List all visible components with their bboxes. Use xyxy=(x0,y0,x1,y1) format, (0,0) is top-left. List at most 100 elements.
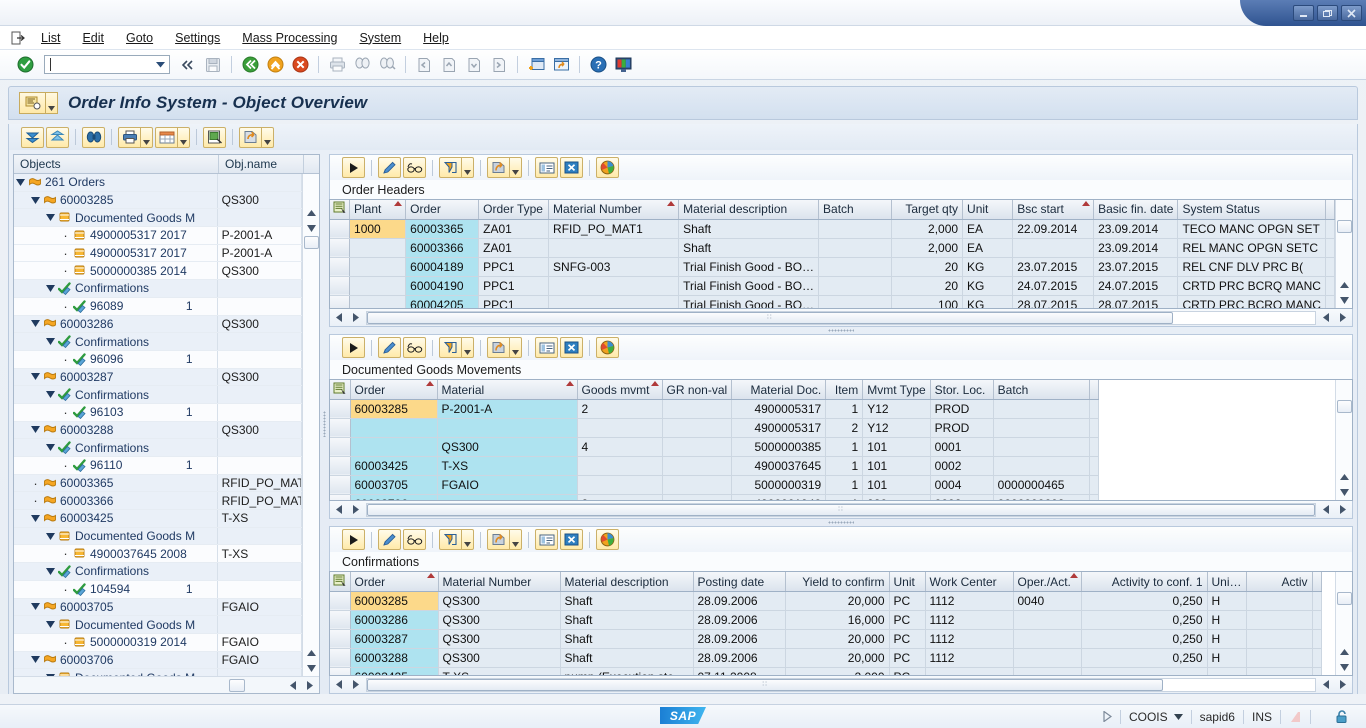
table-cell[interactable]: 0002 xyxy=(930,494,993,500)
hscroll-left-icon-right[interactable] xyxy=(1319,311,1334,325)
table-cell[interactable]: PC xyxy=(889,591,925,610)
table-cell[interactable]: Shaft xyxy=(560,610,693,629)
print-dropdown-icon[interactable] xyxy=(140,128,152,147)
table-cell[interactable] xyxy=(1246,591,1312,610)
table-cell[interactable] xyxy=(549,276,679,295)
command-dropdown-icon[interactable] xyxy=(154,58,167,71)
table-row[interactable]: 60003705FGAIO500000031911010004000000046… xyxy=(330,475,1098,494)
menu-item-goto[interactable]: Goto xyxy=(115,29,164,47)
table-cell[interactable]: 5000000319 xyxy=(732,475,826,494)
sort-filter-dropdown-icon[interactable] xyxy=(461,158,473,177)
table-cell[interactable]: 28.09.2006 xyxy=(693,648,785,667)
select-all-icon[interactable] xyxy=(330,380,350,399)
alv-column-header[interactable]: Order xyxy=(406,200,479,219)
table-cell[interactable]: 23.09.2014 xyxy=(1094,238,1178,257)
table-cell[interactable]: KG xyxy=(963,276,1013,295)
row-select-button[interactable] xyxy=(330,257,350,276)
table-cell[interactable] xyxy=(577,418,662,437)
close-button[interactable] xyxy=(1341,5,1362,21)
tree-row[interactable]: 60003286QS300 xyxy=(14,316,302,334)
list-exit-icon[interactable] xyxy=(6,31,30,45)
alv-column-header[interactable]: Mvmt Type xyxy=(863,380,930,399)
tree-expand-toggle-icon[interactable] xyxy=(44,338,57,345)
table-cell[interactable]: TECO MANC OPGN SET xyxy=(1178,219,1326,238)
table-row[interactable]: 60003286QS300Shaft28.09.200616,000PC1112… xyxy=(330,610,1321,629)
new-session-icon[interactable] xyxy=(525,54,547,76)
tree-row[interactable]: 261 Orders xyxy=(14,174,302,192)
table-cell[interactable]: Shaft xyxy=(560,648,693,667)
tree-horizontal-scrollbar[interactable] xyxy=(14,676,319,693)
export-button[interactable] xyxy=(239,127,274,148)
alv-column-header[interactable]: Bsc start xyxy=(1013,200,1094,219)
table-cell[interactable]: QS300 xyxy=(438,629,560,648)
tree-scroll-thumb[interactable] xyxy=(304,236,319,249)
table-cell[interactable]: 60004190 xyxy=(406,276,479,295)
hscroll-right-icon[interactable] xyxy=(348,678,363,692)
alv-scroll-thumb[interactable] xyxy=(1337,220,1352,233)
table-row[interactable]: 60004189PPC1SNFG-003Trial Finish Good - … xyxy=(330,257,1335,276)
alv-column-header[interactable]: Uni… xyxy=(1207,572,1246,591)
enter-check-icon[interactable] xyxy=(14,54,36,76)
table-cell[interactable] xyxy=(662,456,732,475)
table-cell[interactable]: 2 xyxy=(577,399,662,418)
table-cell[interactable] xyxy=(1013,667,1081,675)
table-cell[interactable]: 101 xyxy=(863,456,930,475)
table-cell[interactable]: 60004205 xyxy=(406,295,479,308)
table-row[interactable]: 60003425T-XS490003764511010002 xyxy=(330,456,1098,475)
table-cell[interactable]: RFID_PO_MAT1 xyxy=(549,219,679,238)
alv-column-header[interactable]: Goods mvmt xyxy=(577,380,662,399)
hscroll-left-icon[interactable] xyxy=(332,503,347,517)
table-cell[interactable] xyxy=(993,456,1089,475)
tree-row[interactable]: Confirmations xyxy=(14,280,302,298)
restore-button[interactable] xyxy=(1317,5,1338,21)
row-select-button[interactable] xyxy=(330,667,350,675)
tree-row[interactable]: ·4900005317 2017P-2001-A xyxy=(14,245,302,263)
detail-list-button[interactable] xyxy=(535,337,558,358)
hscroll-left-icon[interactable] xyxy=(332,678,347,692)
tree-row[interactable]: ·1045941 xyxy=(14,581,302,599)
tree-row[interactable]: 60003285QS300 xyxy=(14,192,302,210)
table-cell[interactable]: Shaft xyxy=(679,219,819,238)
table-cell[interactable]: 1000 xyxy=(350,219,406,238)
table-cell[interactable]: 60003705 xyxy=(350,475,437,494)
table-cell[interactable] xyxy=(1013,648,1081,667)
export-dropdown-icon[interactable] xyxy=(261,128,273,147)
table-cell[interactable]: KG xyxy=(963,295,1013,308)
sort-filter-dropdown-icon[interactable] xyxy=(461,530,473,549)
table-cell[interactable]: 60003287 xyxy=(350,629,438,648)
hscroll-track[interactable]: ∷ xyxy=(366,503,1316,517)
tree-row[interactable]: ·5000000319 2014FGAIO xyxy=(14,634,302,652)
row-select-button[interactable] xyxy=(330,494,350,500)
export-arrow-button[interactable] xyxy=(487,157,522,178)
table-cell[interactable] xyxy=(350,276,406,295)
table-cell[interactable]: P-2001-A xyxy=(437,399,577,418)
collapse-all-icon[interactable] xyxy=(46,127,69,148)
sort-filter-button[interactable] xyxy=(439,157,474,178)
table-cell[interactable]: 0,250 xyxy=(1081,610,1207,629)
hscroll-left-icon-right[interactable] xyxy=(1319,503,1334,517)
layout-dropdown-icon[interactable] xyxy=(177,128,189,147)
tree-expand-toggle-icon[interactable] xyxy=(29,197,42,204)
alv-column-header[interactable]: System Status xyxy=(1178,200,1326,219)
tree-row[interactable]: ·5000000385 2014QS300 xyxy=(14,262,302,280)
table-cell[interactable]: 23.07.2015 xyxy=(1013,257,1094,276)
tree-expand-toggle-icon[interactable] xyxy=(29,603,42,610)
table-cell[interactable]: Shaft xyxy=(679,238,819,257)
alv-column-header[interactable]: Material Doc. xyxy=(732,380,826,399)
layout-table-button[interactable] xyxy=(155,127,190,148)
tree-expand-toggle-icon[interactable] xyxy=(14,179,27,186)
table-cell[interactable] xyxy=(350,257,406,276)
minimize-button[interactable] xyxy=(1293,5,1314,21)
print-button[interactable] xyxy=(118,127,153,148)
alv-column-header[interactable]: Material description xyxy=(679,200,819,219)
tree-column-objname[interactable]: Obj.name xyxy=(219,155,304,173)
expand-all-icon[interactable] xyxy=(21,127,44,148)
help-icon[interactable]: ? xyxy=(587,54,609,76)
create-shortcut-icon[interactable] xyxy=(550,54,572,76)
alv-horizontal-scrollbar[interactable]: ∷ xyxy=(329,501,1353,519)
table-cell[interactable] xyxy=(662,418,732,437)
alv-column-header[interactable]: Batch xyxy=(819,200,892,219)
menu-item-list[interactable]: List xyxy=(30,29,71,47)
tree-row[interactable]: Confirmations xyxy=(14,439,302,457)
table-cell[interactable] xyxy=(549,295,679,308)
